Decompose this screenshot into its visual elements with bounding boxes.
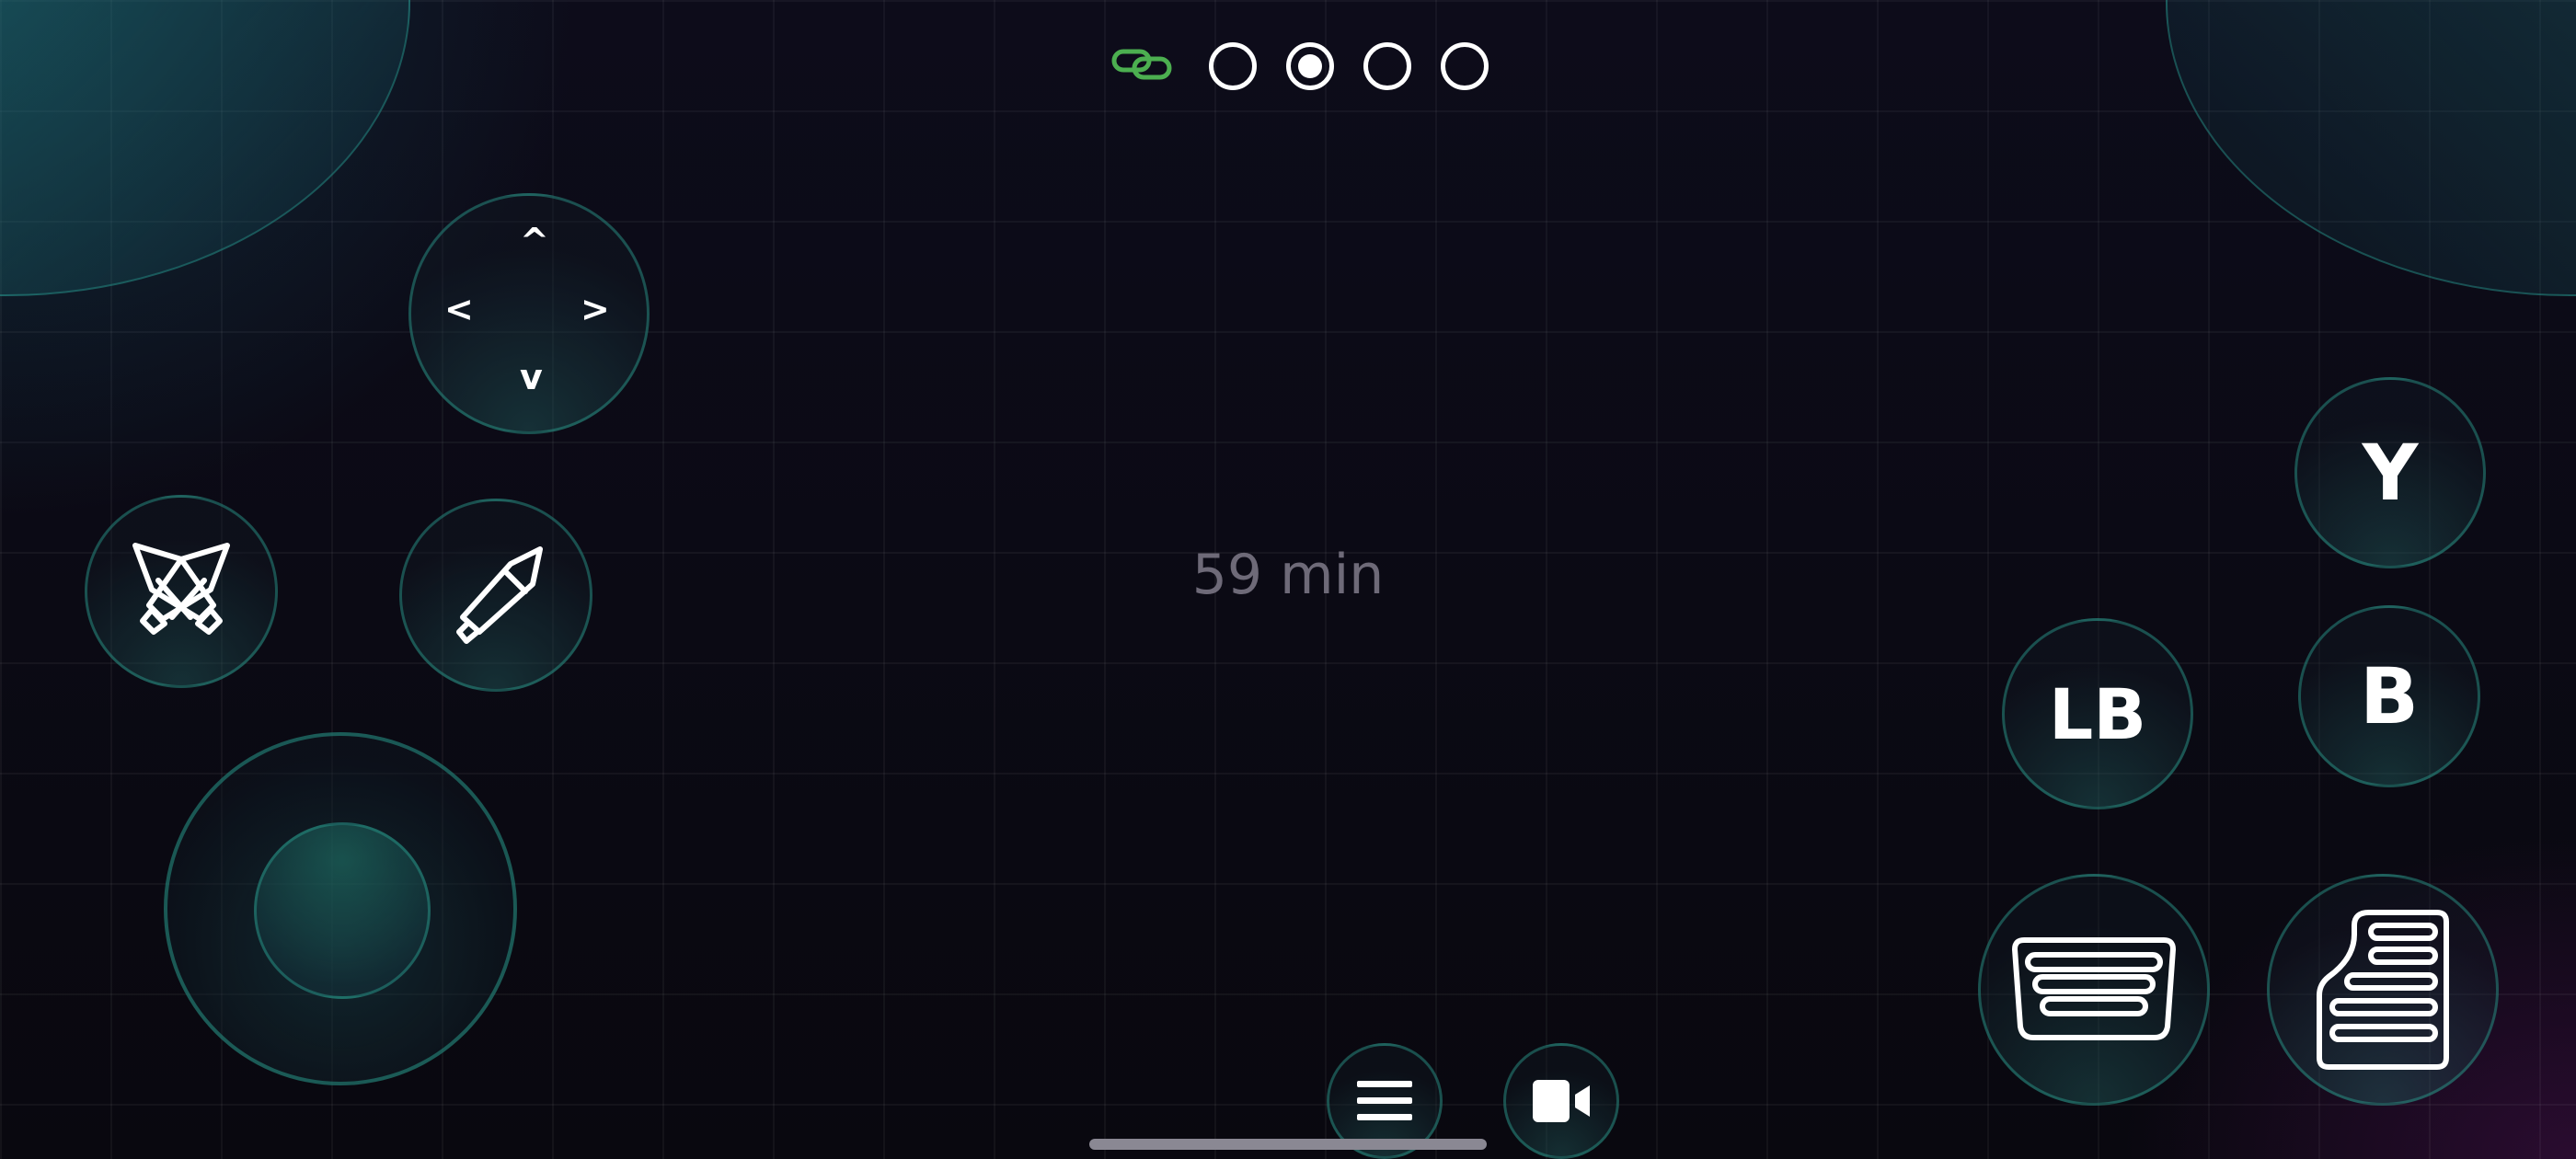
page-indicator-4[interactable] bbox=[1441, 42, 1489, 90]
video-camera-icon bbox=[1531, 1078, 1592, 1124]
y-button[interactable]: Y bbox=[2294, 377, 2486, 568]
b-button-label: B bbox=[2359, 651, 2420, 741]
dpad-down-arrow[interactable]: v bbox=[520, 360, 543, 395]
link-icon bbox=[1111, 46, 1172, 87]
list-button[interactable] bbox=[2267, 874, 2499, 1106]
lb-button-label: LB bbox=[2048, 672, 2147, 755]
dpad-up-arrow[interactable]: ^ bbox=[520, 224, 549, 258]
page-indicator-1[interactable] bbox=[1209, 42, 1257, 90]
cards-button[interactable] bbox=[1978, 874, 2210, 1106]
game-controller-screen: ^ v < > 59 min Y LB B bbox=[0, 0, 2576, 1159]
page-indicator-2[interactable] bbox=[1286, 42, 1334, 90]
lb-button[interactable]: LB bbox=[2002, 618, 2193, 809]
dpad[interactable]: ^ v < > bbox=[408, 193, 650, 434]
movement-joystick[interactable] bbox=[164, 732, 517, 1085]
status-bar bbox=[1111, 37, 1518, 96]
y-button-label: Y bbox=[2362, 428, 2419, 518]
home-indicator[interactable] bbox=[1089, 1139, 1487, 1150]
record-button[interactable] bbox=[1503, 1043, 1619, 1159]
session-timer: 59 min bbox=[1191, 543, 1385, 607]
joystick-knob[interactable] bbox=[254, 822, 431, 999]
b-button[interactable]: B bbox=[2298, 605, 2480, 787]
hamburger-menu-icon bbox=[1355, 1079, 1414, 1123]
list-sheet-icon bbox=[2314, 907, 2452, 1073]
attack-button[interactable] bbox=[85, 495, 278, 688]
cards-stack-icon bbox=[2002, 935, 2186, 1045]
crossed-swords-icon bbox=[126, 536, 236, 647]
pen-button[interactable] bbox=[399, 499, 592, 692]
pen-icon bbox=[441, 540, 551, 650]
dpad-left-arrow[interactable]: < bbox=[444, 292, 474, 327]
dpad-right-arrow[interactable]: > bbox=[581, 292, 610, 327]
page-indicator-3[interactable] bbox=[1363, 42, 1411, 90]
